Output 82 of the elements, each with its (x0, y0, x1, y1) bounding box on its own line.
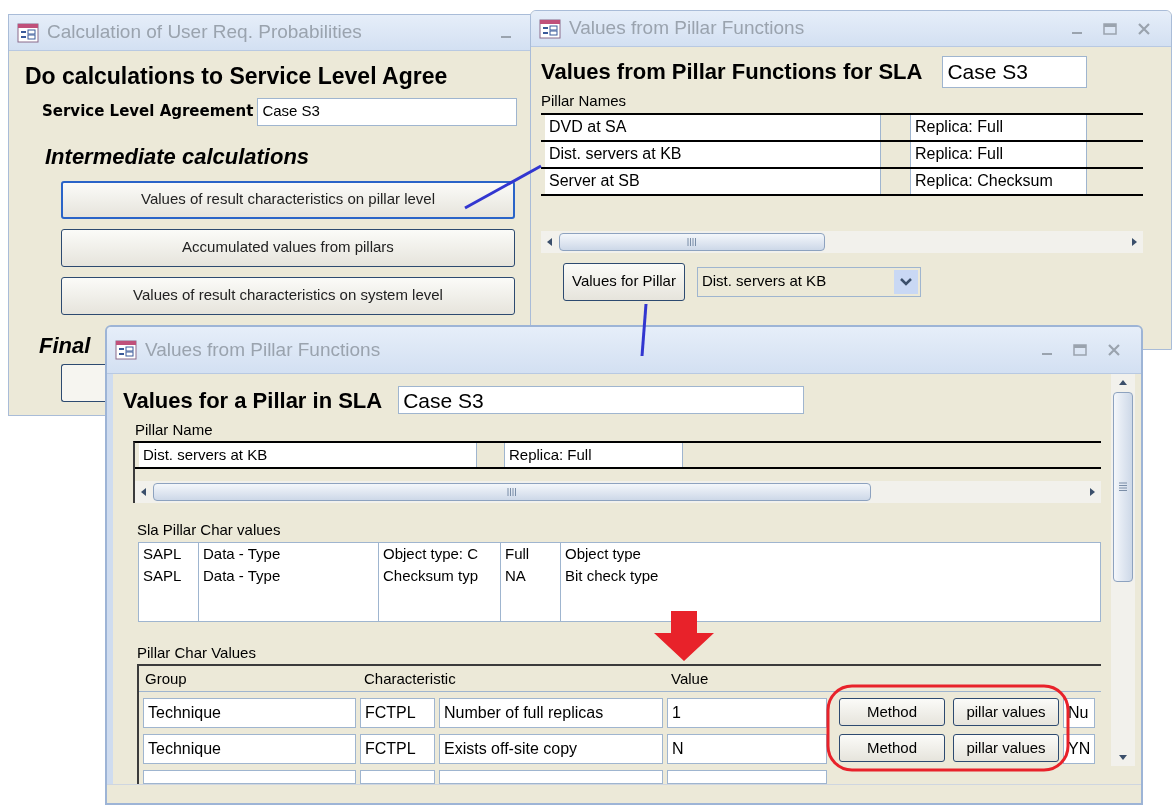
pillar-button[interactable]: Values for Pillar (563, 262, 685, 301)
maximize-icon[interactable] (1073, 343, 1087, 356)
list-label: Pillar Name (134, 419, 214, 440)
list-cell-text: Data - Type (203, 565, 282, 586)
section-heading: Final (39, 331, 91, 360)
form-icon (115, 339, 137, 360)
close-icon[interactable] (1137, 21, 1151, 36)
list-label: Pillar Names (541, 91, 628, 111)
table-field[interactable]: Exists off-site copy (439, 734, 663, 765)
list-cell-text: Object type (565, 543, 642, 564)
grip-icon (687, 237, 697, 246)
table-field[interactable] (667, 770, 827, 785)
grip-icon (507, 488, 517, 497)
table-field[interactable] (439, 770, 663, 785)
scroll-left-icon[interactable] (139, 487, 149, 498)
form-icon (539, 18, 561, 39)
pillar-values-button[interactable]: pillar values (953, 734, 1059, 763)
table-cell: Server at SB (545, 168, 881, 194)
dropdown-icon[interactable] (893, 269, 918, 294)
table-cell: Dist. servers at KB (139, 443, 477, 468)
scroll-thumb[interactable] (153, 483, 871, 502)
list-label: Pillar Char Values (136, 642, 257, 663)
window-title: Values from Pillar Functions (569, 16, 805, 41)
list-cell-text: SAPL (143, 543, 183, 564)
pillar-values-button[interactable]: pillar values (953, 698, 1059, 727)
list-cell-text: SAPL (143, 565, 183, 586)
table-cell: Dist. servers at KB (545, 141, 881, 167)
method-button[interactable]: Method (839, 734, 945, 763)
column-header: Value (671, 668, 710, 689)
field-label: Service Level Agreement (42, 101, 254, 123)
form-heading: Values from Pillar Functions for SLA (541, 58, 923, 86)
pillar-combo[interactable]: Dist. servers at KB (696, 266, 921, 297)
table-cell: Replica: Full (911, 114, 1087, 140)
calc-button[interactable]: Accumulated values from pillars (61, 228, 515, 267)
table-cell: Replica: Full (505, 443, 683, 468)
button[interactable] (61, 363, 105, 402)
table-field[interactable]: N (667, 734, 827, 765)
list-cell-text: Object type: C (383, 543, 480, 564)
column-header: Group (144, 668, 188, 689)
scroll-left-icon[interactable] (545, 236, 555, 247)
scroll-thumb[interactable] (559, 232, 825, 251)
column-header: Characteristic (364, 668, 457, 689)
list-cell-text: Bit check type (565, 565, 660, 586)
calc-button[interactable]: Values of result characteristics on pillar level (61, 180, 515, 219)
table-field[interactable]: FCTPL (360, 698, 435, 729)
list-cell-text: Full (505, 543, 531, 564)
case-field[interactable]: Case S3 (942, 55, 1088, 88)
table-field[interactable] (143, 770, 356, 785)
grip-icon (1119, 481, 1127, 492)
window-title: Values from Pillar Functions (145, 337, 381, 362)
scroll-right-icon[interactable] (1129, 236, 1139, 247)
calc-button[interactable]: Values of result characteristics on system level (61, 276, 515, 315)
section-heading: Intermediate calculations (44, 142, 311, 171)
down-arrow-icon (654, 611, 714, 661)
table-field[interactable]: Number of full replicas (439, 698, 663, 729)
horizontal-scrollbar[interactable] (541, 230, 1143, 253)
table-field[interactable] (360, 770, 435, 785)
list-cell-text: Data - Type (203, 543, 282, 564)
scroll-right-icon[interactable] (1087, 487, 1097, 498)
table-cell: Replica: Full (911, 141, 1087, 167)
table-field[interactable]: YN (1063, 734, 1095, 765)
sla-field[interactable]: Case S3 (257, 97, 518, 126)
table-field[interactable]: FCTPL (360, 734, 435, 765)
window-title: Calculation of User Req. Probabilities (47, 20, 362, 45)
case-field[interactable]: Case S3 (398, 386, 805, 415)
table-field[interactable]: Technique (143, 734, 356, 765)
form-heading: Do calculations to Service Level Agree (25, 62, 449, 91)
list-cell-text: Checksum typ (383, 565, 480, 586)
list-label: Sla Pillar Char values (136, 520, 282, 541)
close-icon[interactable] (1107, 342, 1121, 357)
form-icon (17, 22, 39, 43)
method-button[interactable]: Method (839, 698, 945, 727)
table-cell: Replica: Checksum (911, 168, 1087, 194)
horizontal-scrollbar[interactable] (135, 481, 1101, 504)
table-cell: DVD at SA (545, 114, 881, 140)
maximize-icon[interactable] (1103, 22, 1117, 35)
form-heading: Values for a Pillar in SLA (123, 386, 383, 415)
table-field[interactable]: Technique (143, 698, 356, 729)
list-cell-text: NA (505, 565, 527, 586)
table-field[interactable]: 1 (667, 698, 827, 729)
vertical-scrollbar[interactable] (1111, 373, 1135, 767)
scroll-thumb[interactable] (1113, 391, 1133, 582)
